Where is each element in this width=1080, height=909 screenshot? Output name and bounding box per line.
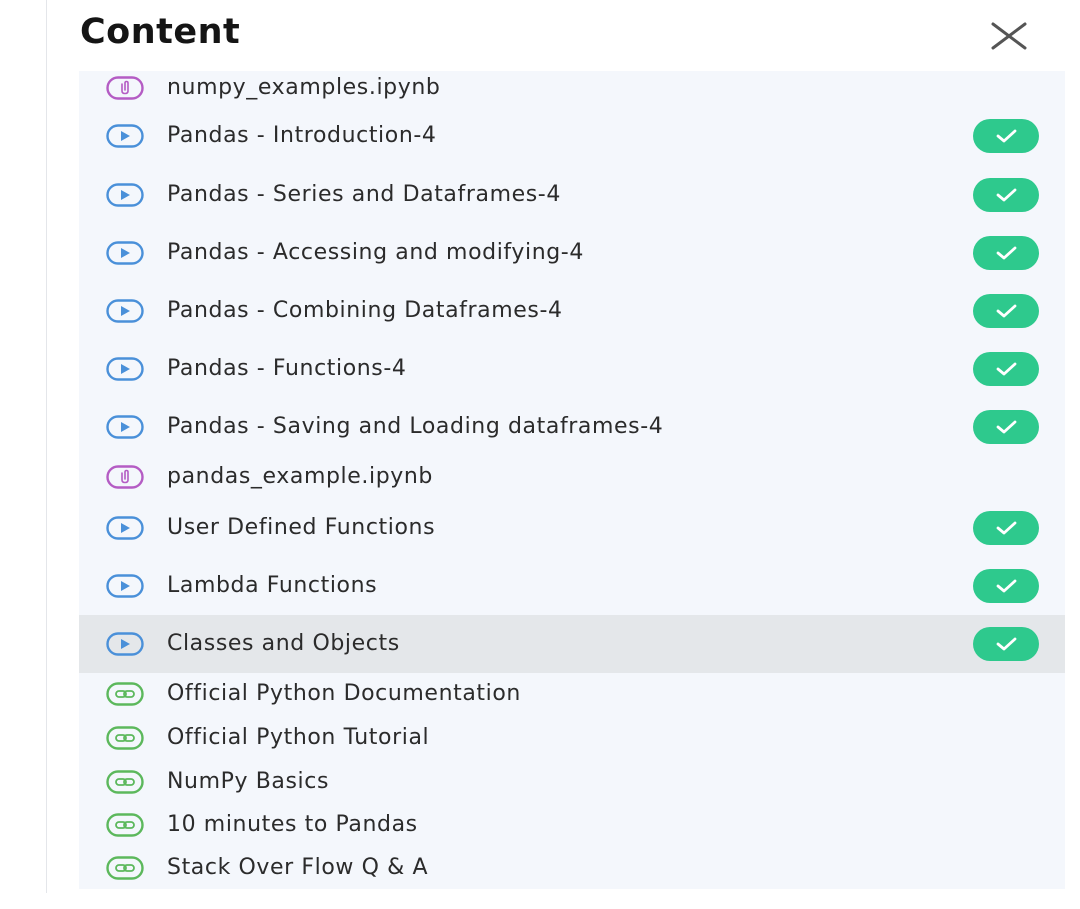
panel-title: Content: [80, 12, 241, 52]
list-item-label: Pandas - Combining Dataframes-4: [167, 298, 563, 323]
list-item[interactable]: User Defined Functions: [79, 499, 1065, 557]
paperclip-icon: [106, 76, 144, 100]
content-list: numpy_examples.ipynb Pandas - Introductio…: [79, 71, 1065, 889]
list-item-label: Pandas - Saving and Loading dataframes-4: [167, 414, 664, 439]
list-item-label: Lambda Functions: [167, 573, 378, 598]
list-item[interactable]: Pandas - Functions-4: [79, 340, 1065, 398]
list-item[interactable]: NumPy Basics: [79, 760, 1065, 804]
play-circle-icon: [106, 241, 144, 265]
list-item-label: Pandas - Introduction-4: [167, 123, 437, 148]
completed-check-icon: [973, 352, 1039, 386]
list-item[interactable]: Pandas - Saving and Loading dataframes-4: [79, 398, 1065, 456]
play-circle-icon: [106, 357, 144, 381]
list-item[interactable]: numpy_examples.ipynb: [79, 71, 1065, 105]
link-icon: [106, 856, 144, 880]
list-item[interactable]: pandas_example.ipynb: [79, 456, 1065, 498]
content-panel: Content numpy_examples.ipynb Pandas - Int…: [46, 0, 1080, 893]
list-item-label: numpy_examples.ipynb: [167, 75, 441, 100]
paperclip-icon: [106, 465, 144, 489]
close-icon: [991, 22, 1027, 50]
list-item-label: Pandas - Functions-4: [167, 356, 407, 381]
list-item[interactable]: 10 minutes to Pandas: [79, 803, 1065, 847]
play-circle-icon: [106, 632, 144, 656]
list-item[interactable]: Official Python Tutorial: [79, 716, 1065, 760]
list-item[interactable]: Pandas - Combining Dataframes-4: [79, 282, 1065, 340]
list-item[interactable]: Pandas - Series and Dataframes-4: [79, 166, 1065, 224]
content-header: Content: [47, 0, 1080, 70]
completed-check-icon: [973, 294, 1039, 328]
close-button[interactable]: [987, 14, 1031, 54]
list-item-label: Classes and Objects: [167, 631, 400, 656]
list-item-label: User Defined Functions: [167, 515, 436, 540]
list-item-label: Stack Over Flow Q & A: [167, 855, 429, 880]
play-circle-icon: [106, 516, 144, 540]
list-item[interactable]: Official Python Documentation: [79, 673, 1065, 715]
link-icon: [106, 770, 144, 794]
completed-check-icon: [973, 511, 1039, 545]
list-item[interactable]: Pandas - Accessing and modifying-4: [79, 224, 1065, 282]
completed-check-icon: [973, 627, 1039, 661]
play-circle-icon: [106, 299, 144, 323]
list-item-label: 10 minutes to Pandas: [167, 812, 418, 837]
list-item[interactable]: Classes and Objects: [79, 615, 1065, 673]
list-item-label: Pandas - Accessing and modifying-4: [167, 240, 584, 265]
play-circle-icon: [106, 183, 144, 207]
link-icon: [106, 726, 144, 750]
completed-check-icon: [973, 410, 1039, 444]
play-circle-icon: [106, 574, 144, 598]
list-item-label: Pandas - Series and Dataframes-4: [167, 182, 561, 207]
play-circle-icon: [106, 124, 144, 148]
link-icon: [106, 682, 144, 706]
completed-check-icon: [973, 178, 1039, 212]
list-item-label: pandas_example.ipynb: [167, 464, 433, 489]
list-item[interactable]: Pandas - Introduction-4: [79, 107, 1065, 165]
list-item-label: Official Python Documentation: [167, 681, 521, 706]
link-icon: [106, 813, 144, 837]
list-item[interactable]: Stack Over Flow Q & A: [79, 846, 1065, 889]
completed-check-icon: [973, 119, 1039, 153]
list-item-label: Official Python Tutorial: [167, 725, 430, 750]
list-item[interactable]: Lambda Functions: [79, 557, 1065, 615]
completed-check-icon: [973, 236, 1039, 270]
completed-check-icon: [973, 569, 1039, 603]
list-item-label: NumPy Basics: [167, 769, 330, 794]
play-circle-icon: [106, 415, 144, 439]
